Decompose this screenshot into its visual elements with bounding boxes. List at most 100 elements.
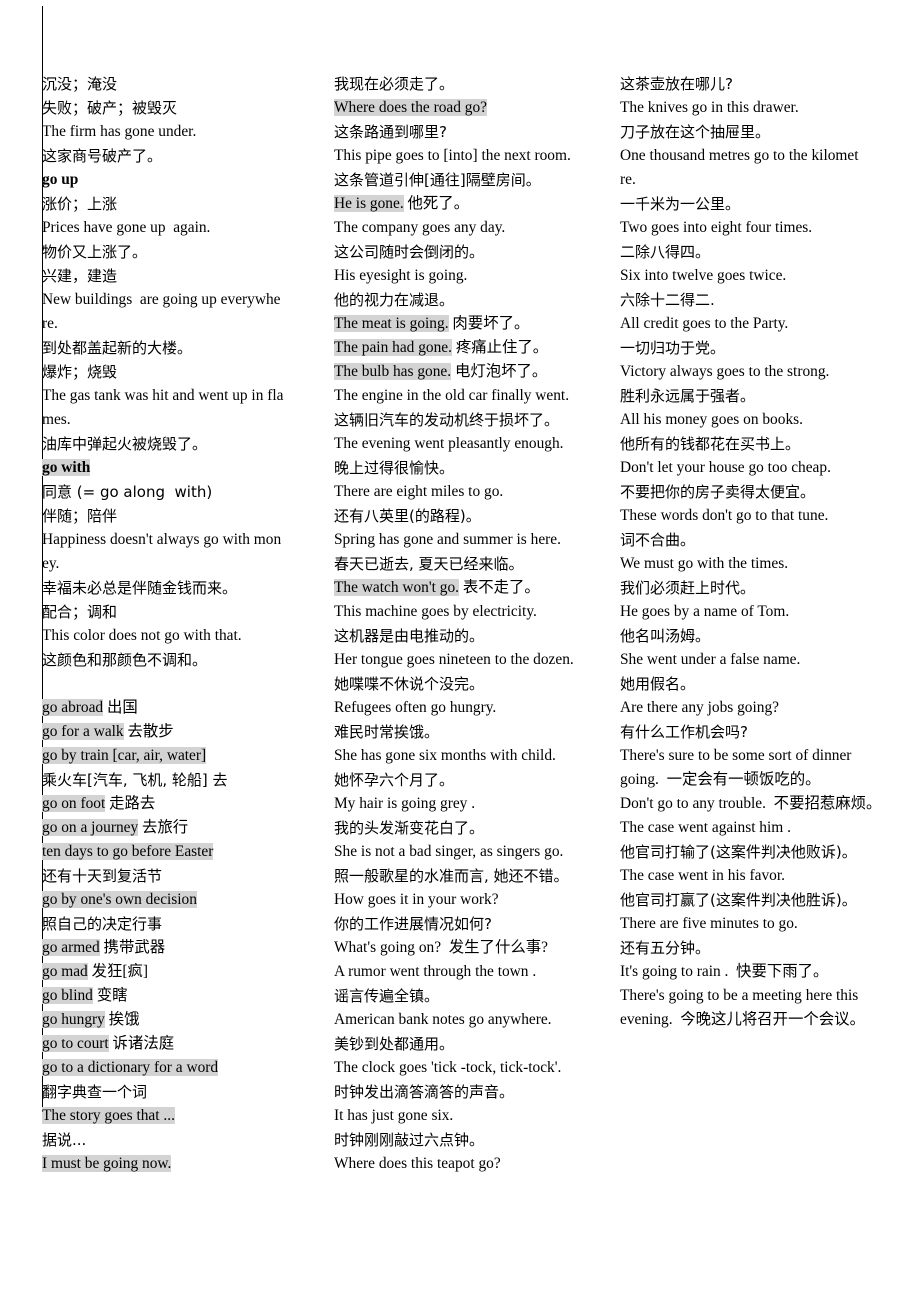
entry-line: 你的工作进展情况如何?: [334, 912, 594, 936]
plain-text: 这机器是由电推动的。: [334, 627, 485, 645]
plain-text: All credit goes to the Party.: [620, 315, 789, 332]
plain-text: The gas tank was hit and went up in fla: [42, 387, 284, 404]
plain-text: 她喋喋不休说个没完。: [334, 675, 485, 693]
plain-text: 沉没；淹没: [42, 75, 118, 93]
entry-line: ten days to go before Easter: [42, 840, 306, 864]
highlighted-phrase: The bulb has gone.: [334, 363, 452, 380]
plain-text: 我的头发渐变花白了。: [334, 819, 485, 837]
plain-text: 晚上过得很愉快。: [334, 459, 455, 477]
entry-line: Six into twelve goes twice.: [620, 264, 896, 288]
entry-line: 我现在必须走了。: [334, 72, 594, 96]
highlighted-phrase: go abroad: [42, 699, 104, 716]
entry-line: Don't go to any trouble. 不要招惹麻烦。: [620, 792, 896, 816]
plain-text: 词不合曲。: [620, 531, 696, 549]
highlighted-phrase: go on foot: [42, 795, 106, 812]
highlighted-phrase: ten days to go before Easter: [42, 843, 214, 860]
plain-text: 表不走了。: [459, 579, 540, 596]
entry-line: Two goes into eight four times.: [620, 216, 896, 240]
plain-text: 幸福未必总是伴随金钱而来。: [42, 579, 238, 597]
plain-text: 她用假名。: [620, 675, 696, 693]
plain-text: ey.: [42, 555, 60, 572]
plain-text: 春天已逝去, 夏天已经来临。: [334, 555, 524, 573]
entry-line: 这家商号破产了。: [42, 144, 306, 168]
entry-line: The firm has gone under.: [42, 120, 306, 144]
entry-line: New buildings are going up everywhe: [42, 288, 306, 312]
plain-text: 谣言传遍全镇。: [334, 987, 440, 1005]
entry-line: 他的视力在减退。: [334, 288, 594, 312]
plain-text: 他官司打输了(这案件判决他败诉)。: [620, 843, 857, 861]
plain-text: How goes it in your work?: [334, 891, 499, 908]
plain-text: 电灯泡坏了。: [451, 363, 548, 380]
plain-text: 肉要坏了。: [448, 315, 530, 332]
entry-line: go to a dictionary for a word: [42, 1056, 306, 1080]
entry-line: 他所有的钱都花在买书上。: [620, 432, 896, 456]
entry-line: He is gone. 他死了。: [334, 192, 594, 216]
entry-line: 我的头发渐变花白了。: [334, 816, 594, 840]
entry-line: The gas tank was hit and went up in fla: [42, 384, 306, 408]
plain-text: 变瞎: [92, 987, 128, 1004]
highlighted-phrase: go blind: [42, 987, 93, 1004]
plain-text: 不要招惹麻烦。: [765, 795, 882, 812]
plain-text: 时钟发出滴答滴答的声音。: [334, 1083, 515, 1101]
plain-text: There are eight miles to go.: [334, 483, 504, 500]
plain-text: The case went in his favor.: [620, 867, 785, 884]
plain-text: go up: [42, 171, 79, 188]
entry-line: go blind 变瞎: [42, 984, 306, 1008]
entry-line: This color does not go with that.: [42, 624, 306, 648]
plain-text: There's sure to be some sort of dinner: [620, 747, 852, 764]
entry-line: The company goes any day.: [334, 216, 594, 240]
entry-line: A rumor went through the town .: [334, 960, 594, 984]
entry-line: How goes it in your work?: [334, 888, 594, 912]
plain-text: 六除十二得二.: [620, 291, 715, 309]
plain-text: 你的工作进展情况如何?: [334, 915, 492, 933]
highlighted-phrase: He is gone.: [334, 195, 404, 212]
highlighted-phrase: go by train [car, air, water]: [42, 747, 207, 764]
entry-line: go on foot 走路去: [42, 792, 306, 816]
plain-text: 爆炸；烧毁: [42, 363, 118, 381]
entry-line: go by train [car, air, water]: [42, 744, 306, 768]
plain-text: 兴建，建造: [42, 267, 118, 285]
dictionary-page: 沉没；淹没 失败；破产；被毁灭 The firm has gone under. 这家…: [0, 0, 920, 1302]
plain-text: 疼痛止住了。: [451, 339, 549, 356]
entry-line: 一切归功于党。: [620, 336, 896, 360]
plain-text: 携带武器: [99, 939, 166, 956]
entry-line: go for a walk 去散步: [42, 720, 306, 744]
plain-text: Are there any jobs going?: [620, 699, 779, 716]
entry-line: 伴随；陪伴: [42, 504, 306, 528]
plain-text: Where does this teapot go?: [334, 1155, 501, 1172]
plain-text: 这家商号破产了。: [42, 147, 163, 165]
entry-line: Her tongue goes nineteen to the dozen.: [334, 648, 594, 672]
highlighted-phrase: go with: [42, 459, 91, 476]
entry-line: go abroad 出国: [42, 696, 306, 720]
plain-text: 一定会有一顿饭吃的。: [658, 771, 821, 788]
entry-line: 据说...: [42, 1128, 306, 1152]
plain-text: 还有十天到复活节: [42, 867, 163, 885]
plain-text: The case went against him .: [620, 819, 791, 836]
highlighted-phrase: go to a dictionary for a word: [42, 1059, 219, 1076]
plain-text: 诉诸法庭: [108, 1035, 175, 1052]
entry-line: Refugees often go hungry.: [334, 696, 594, 720]
entry-line: 沉没；淹没: [42, 72, 306, 96]
plain-text: The engine in the old car finally went.: [334, 387, 570, 404]
entry-line: The knives go in this drawer.: [620, 96, 896, 120]
entry-line: 美钞到处都通用。: [334, 1032, 594, 1056]
entry-line: 这条路通到哪里?: [334, 120, 594, 144]
entry-line: 这茶壶放在哪儿?: [620, 72, 896, 96]
plain-text: The company goes any day.: [334, 219, 506, 236]
plain-text: It's going to rain .: [620, 963, 729, 980]
plain-text: All his money goes on books.: [620, 411, 803, 428]
entry-line: ey.: [42, 552, 306, 576]
entry-line: His eyesight is going.: [334, 264, 594, 288]
entry-line: 词不合曲。: [620, 528, 896, 552]
plain-text: Happiness doesn't always go with mon: [42, 531, 282, 548]
entry-line: There's sure to be some sort of dinner: [620, 744, 896, 768]
highlighted-phrase: The pain had gone.: [334, 339, 452, 356]
entry-line: go mad 发狂[疯]: [42, 960, 306, 984]
plain-text: 涨价；上涨: [42, 195, 118, 213]
plain-text: 走路去: [105, 795, 156, 812]
plain-text: 乘火车[汽车, 飞机, 轮船] 去: [42, 771, 228, 789]
entry-line: We must go with the times.: [620, 552, 896, 576]
entry-line: 他官司打输了(这案件判决他败诉)。: [620, 840, 896, 864]
entry-line: 到处都盖起新的大楼。: [42, 336, 306, 360]
highlighted-phrase: go for a walk: [42, 723, 124, 740]
